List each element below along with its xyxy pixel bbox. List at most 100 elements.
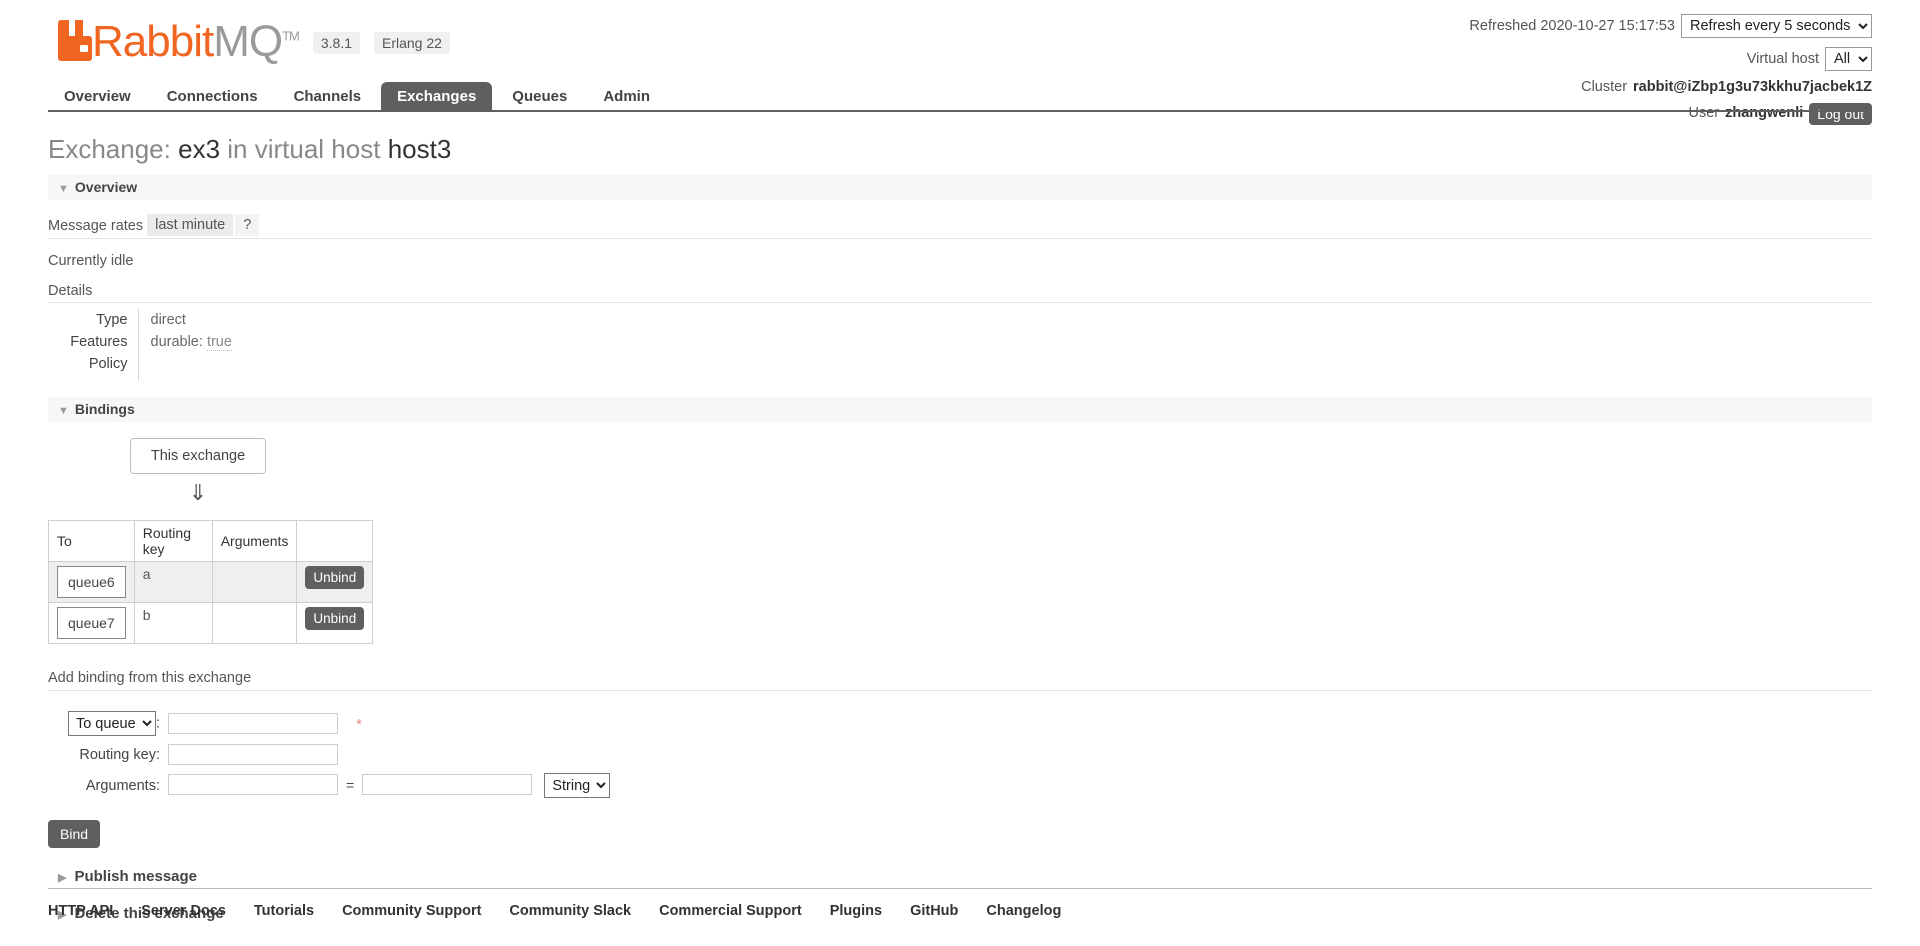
- double-down-arrow-icon: ⇓: [188, 480, 208, 505]
- rabbitmq-logo-icon: [58, 20, 92, 61]
- binding-destination-cell: queue6: [48, 561, 135, 603]
- erlang-version-badge: Erlang 22: [374, 32, 450, 54]
- binding-destination-type-select[interactable]: To queue: [67, 711, 156, 736]
- table-row: queue6 a Unbind: [48, 561, 374, 603]
- argument-value-input[interactable]: [362, 774, 533, 795]
- queue-link[interactable]: queue7: [57, 607, 126, 639]
- binding-arguments-cell: [211, 602, 298, 644]
- footer-item[interactable]: Tutorials: [254, 902, 314, 919]
- details-row-type: Type direct: [48, 309, 232, 331]
- details-label: Details: [48, 283, 1872, 303]
- main-content: Exchange: ex3 in virtual host host3 ▼ Ove…: [48, 124, 1872, 922]
- version-badge: 3.8.1: [312, 32, 360, 54]
- details-row-policy: Policy: [48, 353, 232, 381]
- details-value-type: direct: [150, 312, 186, 328]
- equals-sign: =: [346, 776, 355, 793]
- table-row: queue7 b Unbind: [48, 602, 374, 644]
- binding-action-cell: Unbind: [296, 561, 374, 603]
- feature-durable-value: true: [206, 334, 232, 351]
- refresh-interval-select[interactable]: Refresh every 5 seconds: [1681, 14, 1872, 38]
- binding-destination-cell: queue7: [48, 602, 135, 644]
- help-icon[interactable]: ?: [235, 214, 260, 236]
- page-title-prefix: Exchange:: [48, 134, 171, 164]
- footer-item[interactable]: HTTP API: [48, 902, 113, 919]
- footer-item[interactable]: Plugins: [830, 902, 882, 919]
- queue-link[interactable]: queue6: [57, 566, 126, 598]
- this-exchange-node[interactable]: This exchange: [129, 438, 267, 474]
- nav-tab-overview[interactable]: Overview: [48, 82, 147, 112]
- footer-item[interactable]: GitHub: [910, 902, 958, 919]
- footer-item[interactable]: Server Docs: [141, 902, 226, 919]
- bindings-diagram: This exchange ⇓: [48, 438, 348, 504]
- main-navigation: Overview Connections Channels Exchanges …: [48, 82, 1872, 112]
- unbind-button[interactable]: Unbind: [305, 566, 365, 589]
- footer-link-changelog[interactable]: Changelog: [986, 903, 1061, 919]
- footer-link-community-slack[interactable]: Community Slack: [509, 903, 631, 919]
- nav-tab-channels[interactable]: Channels: [278, 82, 378, 112]
- binding-arguments-cell: [211, 561, 298, 603]
- destination-input-cell: *: [168, 707, 610, 740]
- nav-link-admin[interactable]: Admin: [587, 82, 666, 112]
- form-row-routing-key: Routing key:: [48, 740, 610, 769]
- page-title-vhost-name: host3: [387, 134, 452, 164]
- routing-key-input-cell: [168, 740, 610, 769]
- unbind-button[interactable]: Unbind: [305, 607, 365, 630]
- footer-link-community-support[interactable]: Community Support: [342, 903, 481, 919]
- binding-routing-key-cell: a: [133, 561, 213, 603]
- details-label-policy: Policy: [48, 353, 139, 381]
- footer-link-github[interactable]: GitHub: [910, 903, 958, 919]
- vhost-select[interactable]: All: [1825, 47, 1872, 71]
- header-status-block: Refreshed 2020-10-27 15:17:53 Refresh ev…: [1469, 14, 1872, 133]
- nav-link-channels[interactable]: Channels: [278, 82, 378, 112]
- argument-key-input[interactable]: [168, 774, 338, 795]
- bindings-table: To Routing key Arguments queue6 a Unbind…: [48, 520, 374, 644]
- column-header-arguments: Arguments: [211, 520, 298, 562]
- binding-destination-input[interactable]: [168, 713, 338, 734]
- required-marker: *: [356, 715, 363, 733]
- footer-item[interactable]: Community Support: [342, 902, 481, 919]
- brand-block: RabbitMQTM 3.8.1 Erlang 22: [58, 17, 450, 66]
- nav-link-exchanges[interactable]: Exchanges: [381, 82, 493, 112]
- footer-link-server-docs[interactable]: Server Docs: [141, 903, 226, 919]
- page-footer: HTTP API Server Docs Tutorials Community…: [48, 888, 1872, 919]
- details-label-type: Type: [48, 309, 139, 331]
- details-label-features: Features: [48, 331, 139, 353]
- footer-link-commercial-support[interactable]: Commercial Support: [659, 903, 802, 919]
- footer-item[interactable]: Community Slack: [509, 902, 631, 919]
- footer-link-plugins[interactable]: Plugins: [830, 903, 882, 919]
- nav-link-overview[interactable]: Overview: [48, 82, 147, 112]
- message-rates-label: Message rates: [48, 218, 144, 234]
- column-header-actions: [296, 520, 374, 562]
- down-triangle-icon: ▼: [58, 405, 69, 417]
- section-header-bindings[interactable]: ▼ Bindings: [48, 397, 1872, 422]
- footer-item[interactable]: Commercial Support: [659, 902, 802, 919]
- page-title-exchange-name: ex3: [178, 134, 221, 164]
- section-header-overview[interactable]: ▼ Overview: [48, 175, 1872, 200]
- arguments-label: Arguments:: [85, 777, 160, 794]
- logo-wordmark: RabbitMQTM: [92, 17, 300, 66]
- rabbitmq-logo-link[interactable]: RabbitMQTM: [58, 17, 300, 66]
- refresh-row: Refreshed 2020-10-27 15:17:53 Refresh ev…: [1469, 14, 1872, 38]
- footer-link-http-api[interactable]: HTTP API: [48, 903, 113, 919]
- footer-link-tutorials[interactable]: Tutorials: [254, 903, 314, 919]
- nav-tab-connections[interactable]: Connections: [151, 82, 274, 112]
- rate-period-tab-last-minute[interactable]: last minute: [147, 214, 234, 236]
- routing-key-input[interactable]: [168, 744, 338, 765]
- nav-tab-queues[interactable]: Queues: [496, 82, 583, 112]
- nav-link-queues[interactable]: Queues: [496, 82, 583, 112]
- section-header-publish-message[interactable]: ▶ Publish message: [48, 868, 1872, 885]
- footer-item[interactable]: Changelog: [986, 902, 1061, 919]
- logo-word-mq: MQ: [213, 17, 283, 66]
- column-header-routing-key: Routing key: [133, 520, 213, 562]
- nav-link-connections[interactable]: Connections: [151, 82, 274, 112]
- bind-button[interactable]: Bind: [48, 820, 101, 848]
- section-label-overview: Overview: [74, 179, 138, 195]
- logo-word-rabbit: Rabbit: [92, 17, 214, 66]
- vhost-row: Virtual host All: [1469, 47, 1872, 71]
- nav-tab-exchanges[interactable]: Exchanges: [381, 82, 493, 112]
- argument-type-select[interactable]: String: [544, 773, 611, 798]
- nav-tab-admin[interactable]: Admin: [587, 82, 666, 112]
- page-title: Exchange: ex3 in virtual host host3: [48, 134, 1872, 165]
- routing-key-label: Routing key:: [79, 746, 160, 763]
- currently-idle-text: Currently idle: [48, 253, 134, 269]
